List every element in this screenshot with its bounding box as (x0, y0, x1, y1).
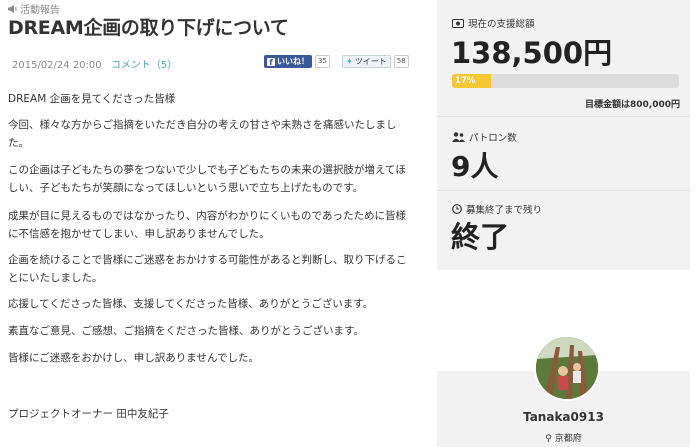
megaphone-icon (8, 4, 17, 13)
owner-signature: プロジェクトオーナー 田中友紀子 (8, 408, 169, 420)
tweet-count: 58 (393, 55, 409, 68)
post-date: 2015/02/24 20:00 (12, 60, 102, 71)
funding-amount: 138,500円 (451, 36, 613, 70)
clock-icon (452, 204, 462, 214)
funding-panel: 現在の支援総額 138,500円 17% 目標金額は800,000円 パトロン数… (437, 0, 690, 270)
article-title: DREAM企画の取り下げについて (8, 17, 289, 39)
body-paragraph: 皆様にご迷惑をおかけし、申し訳ありませんでした。 (8, 352, 259, 364)
money-icon (452, 18, 464, 28)
body-paragraph: 今回、様々な方からご指摘をいただき自分の考えの甘さや未熟さを痛感いたしました。 (8, 119, 397, 149)
tweet-widget: ✦ ツイート 58 (342, 55, 409, 68)
divider (437, 116, 690, 117)
funding-label: 現在の支援総額 (452, 16, 535, 30)
target-amount: 目標金額は800,000円 (585, 100, 680, 110)
facebook-icon: f (267, 57, 275, 67)
owner-username[interactable]: Tanaka0913 (437, 410, 690, 424)
body-paragraph: 成果が目に見えるものではなかったり、内容がわかりにくいものであったために皆様に不… (8, 210, 406, 240)
comment-link[interactable]: コメント（5） (111, 60, 177, 71)
location-pin-icon: ⚲ (545, 434, 552, 444)
patrons-label-text: パトロン数 (469, 133, 517, 144)
funding-label-text: 現在の支援総額 (468, 19, 535, 30)
article-meta: 2015/02/24 20:00 コメント（5） (12, 56, 177, 71)
patrons-label: パトロン数 (452, 130, 517, 144)
owner-location: ⚲ 京都府 (437, 431, 690, 444)
funding-progress-bar: 17% (452, 74, 679, 88)
patrons-count: 9人 (451, 150, 499, 183)
twitter-bird-icon: ✦ (346, 57, 353, 66)
facebook-like-widget: f いいね！ 35 (264, 55, 330, 68)
progress-fill: 17% (452, 74, 491, 88)
body-paragraph: 応援してくださった皆様、支援してくださった皆様、ありがとうございます。 (8, 298, 374, 310)
avatar-image (536, 337, 598, 399)
remaining-value: 終了 (451, 220, 510, 254)
like-count: 35 (315, 55, 330, 68)
body-paragraph: 企画を続けることで皆様にご迷惑をおかけする可能性があると判断し、取り下げることに… (8, 254, 407, 284)
tweet-button[interactable]: ✦ ツイート (342, 55, 391, 68)
facebook-like-button[interactable]: f いいね！ (264, 55, 312, 68)
location-text: 京都府 (554, 434, 582, 444)
like-label: いいね！ (277, 57, 309, 66)
body-paragraph: 素直なご意見、ご感想、ご指摘をくださった皆様、ありがとうございます。 (8, 325, 364, 337)
owner-avatar[interactable] (534, 335, 600, 401)
people-icon (452, 132, 465, 142)
body-paragraph: この企画は子どもたちの夢をつないで少しでも子どもたちの未来の選択肢が増えてほしい… (8, 164, 406, 194)
divider (437, 190, 690, 191)
tweet-label: ツイート (354, 57, 387, 66)
body-paragraph: DREAM 企画を見てくださった皆様 (8, 93, 176, 105)
